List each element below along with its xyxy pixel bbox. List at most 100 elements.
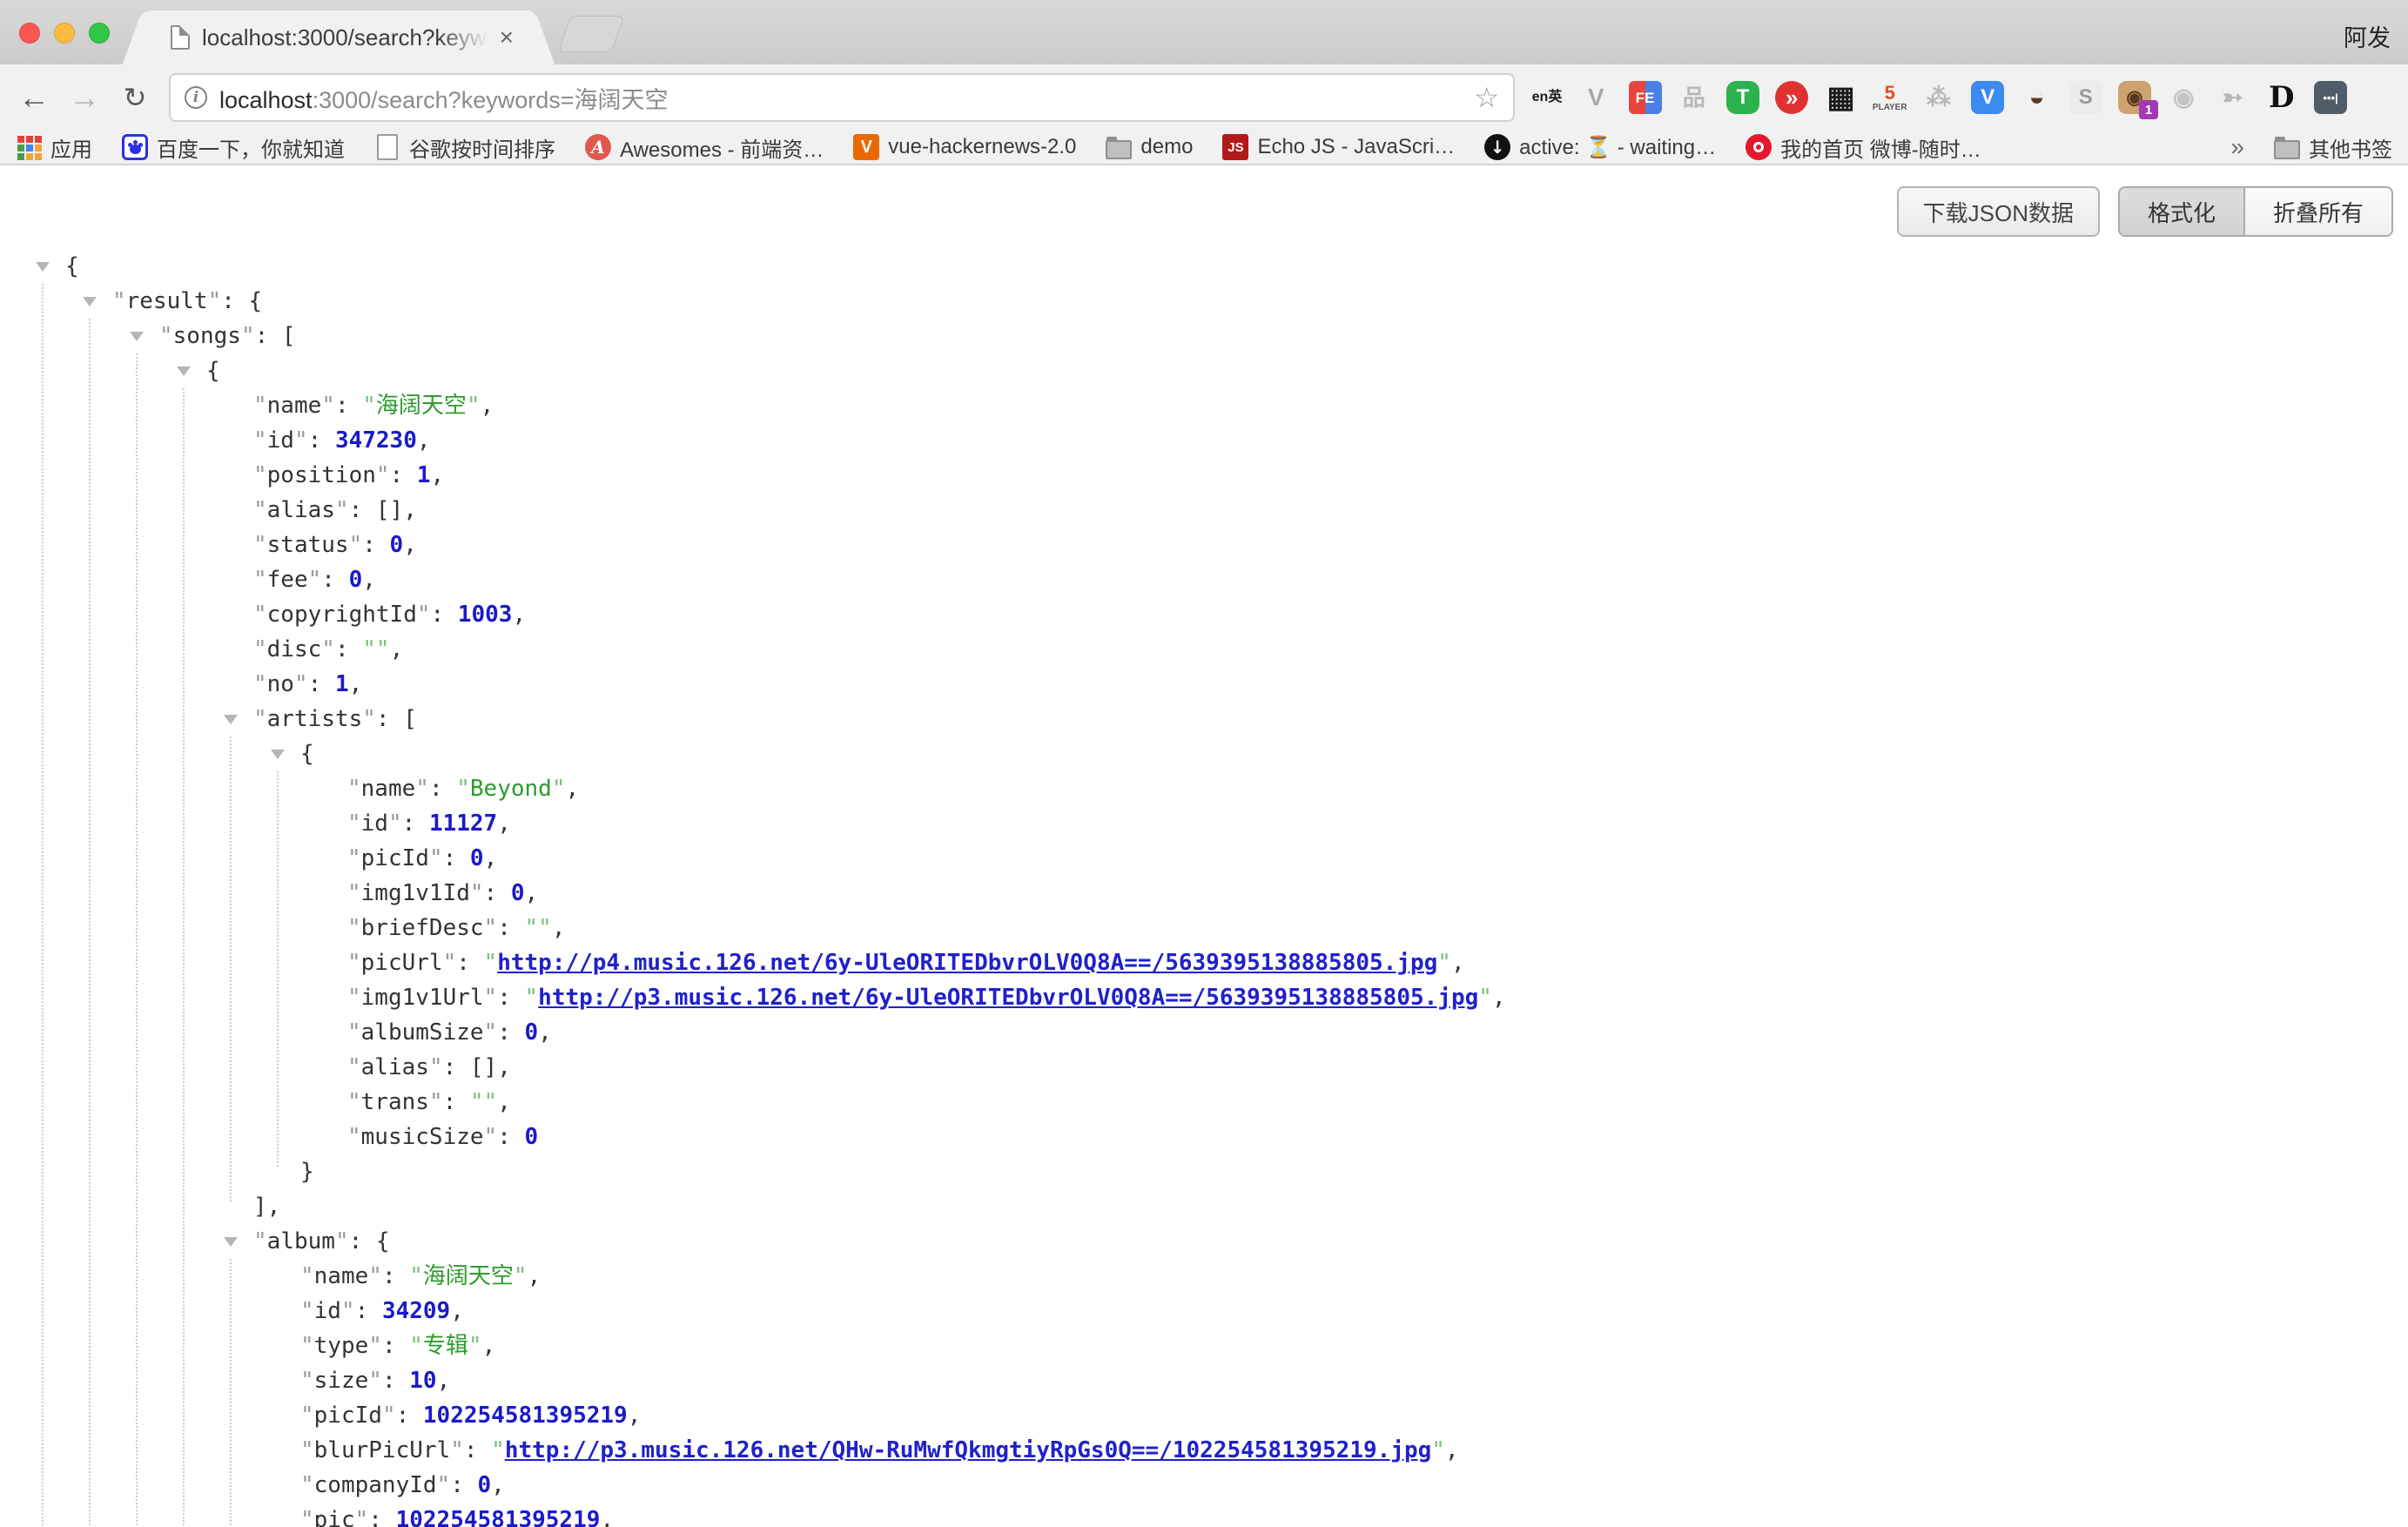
tampermonkey-icon[interactable]: ◉1 <box>2118 81 2151 114</box>
json-line: "blurPicUrl": "http://p3.music.126.net/Q… <box>0 1433 2408 1468</box>
bookmark-item[interactable]: vue-hackernews-2.0 <box>853 134 1076 160</box>
shield-t-icon[interactable]: T <box>1726 81 1759 114</box>
json-line: "trans": "", <box>0 1085 2408 1120</box>
weibo-gray-icon[interactable]: ◉ <box>2167 81 2200 114</box>
profile-name[interactable]: 阿发 <box>2344 19 2391 53</box>
json-line: "size": 10, <box>0 1363 2408 1398</box>
format-button[interactable]: 格式化 <box>2120 188 2245 235</box>
bookmarks-bar: 应用 百度一下，你就知道谷歌按时间排序 Awesomes - 前端资… vue-hac… <box>0 131 2408 165</box>
bookmark-item[interactable]: Awesomes - 前端资… <box>585 132 824 163</box>
json-line: "briefDesc": "", <box>0 911 2408 945</box>
indent-guide <box>89 319 91 1527</box>
hummingbird-icon[interactable]: ➳ <box>2216 81 2250 114</box>
folder-icon <box>1106 134 1132 160</box>
indent-guide <box>230 1259 232 1527</box>
qrcode-icon[interactable]: ▦ <box>1825 81 1858 114</box>
close-window-button[interactable] <box>19 23 40 44</box>
tab-close-icon[interactable]: × <box>500 24 514 51</box>
json-line: ], <box>0 1189 2408 1224</box>
json-line: "status": 0, <box>0 528 2408 562</box>
bookmark-label: 我的首页 微博-随时… <box>1780 132 1981 163</box>
collapse-toggle-icon[interactable] <box>177 367 191 376</box>
json-line: "pic": 102254581395219, <box>0 1503 2408 1527</box>
minimize-window-button[interactable] <box>54 23 75 44</box>
indent-guide <box>183 388 185 1527</box>
bookmark-label: demo <box>1140 135 1193 159</box>
json-line: "alias": [], <box>0 1050 2408 1085</box>
collapse-toggle-icon[interactable] <box>83 297 97 306</box>
browser-tab[interactable]: localhost:3000/search?keywor × <box>145 10 533 64</box>
vue-icon <box>853 134 879 160</box>
address-bar[interactable]: i localhost:3000/search?keywords=海阔天空 ☆ <box>169 73 1515 122</box>
html5-player-icon-label: PLAYER <box>1873 104 1907 112</box>
vimium-icon[interactable]: V <box>1971 81 2004 114</box>
zoom-window-button[interactable] <box>89 23 110 44</box>
tab-favicon-document-icon <box>171 25 190 50</box>
reload-button[interactable]: ↻ <box>113 64 157 131</box>
collapse-all-button[interactable]: 折叠所有 <box>2245 188 2391 235</box>
extensions: en英 V FE 品T » ▦ 5PLAYER ⁂ V ◒ S ◉1 ◉ ➳ D •••| <box>1530 64 2347 131</box>
bookmark-item[interactable]: 应用 <box>16 132 92 163</box>
bookmark-star-icon[interactable]: ☆ <box>1474 81 1499 114</box>
weibo-gray-icon-glyph: ◉ <box>2173 85 2194 110</box>
paw-icon[interactable]: ⁂ <box>1922 81 1955 114</box>
json-line: "picId": 0, <box>0 841 2408 876</box>
collapse-toggle-icon[interactable] <box>130 332 144 341</box>
json-line: "musicSize": 0 <box>0 1120 2408 1154</box>
bookmark-item[interactable]: 百度一下，你就知道 <box>122 132 345 163</box>
page-info-icon[interactable]: i <box>185 86 207 109</box>
vue-devtools-icon[interactable]: V <box>1579 81 1612 114</box>
fast-forward-icon-glyph: » <box>1786 86 1798 109</box>
html5-player-icon[interactable]: 5PLAYER <box>1873 81 1907 114</box>
new-tab-button[interactable] <box>557 16 624 52</box>
fe-icon[interactable]: FE <box>1629 81 1662 114</box>
bookmark-label: Echo JS - JavaScri… <box>1257 135 1455 159</box>
bookmark-label: 百度一下，你就知道 <box>157 132 345 163</box>
collapse-toggle-icon[interactable] <box>224 715 238 724</box>
echojs-icon <box>1222 134 1248 160</box>
bookmarks-overflow-icon[interactable]: » <box>2230 133 2244 161</box>
bookmarks-list: 应用 百度一下，你就知道谷歌按时间排序 Awesomes - 前端资… vue-hac… <box>16 132 2011 163</box>
back-button[interactable]: ← <box>12 64 56 131</box>
json-link[interactable]: http://p4.music.126.net/6y-UleORITEDbvrO… <box>497 950 1437 976</box>
d-script-icon-glyph: D <box>2269 83 2294 112</box>
other-bookmarks-button[interactable]: 其他书签 <box>2274 132 2392 163</box>
url-host: localhost <box>219 87 313 113</box>
bookmark-item[interactable]: 我的首页 微博-随时… <box>1745 132 1981 163</box>
html5-player-icon-glyph: 5 <box>1885 84 1895 103</box>
tab-title: localhost:3000/search?keywor <box>202 24 488 51</box>
sitemap-icon-glyph: 品 <box>1683 86 1705 109</box>
apps-grid-icon <box>16 134 42 160</box>
json-link[interactable]: http://p3.music.126.net/6y-UleORITEDbvrO… <box>538 985 1478 1011</box>
password-dots-icon[interactable]: •••| <box>2314 81 2347 114</box>
json-line: "songs": [ <box>0 319 2408 353</box>
download-json-button[interactable]: 下载JSON数据 <box>1897 186 2100 237</box>
extension-badge: 1 <box>2139 100 2158 119</box>
collapse-toggle-icon[interactable] <box>224 1237 238 1247</box>
json-line: "picUrl": "http://p4.music.126.net/6y-Ul… <box>0 945 2408 980</box>
json-line: "alias": [], <box>0 493 2408 528</box>
fe-icon-glyph: FE <box>1636 91 1655 105</box>
s-icon[interactable]: S <box>2069 81 2102 114</box>
bookmark-item[interactable]: 谷歌按时间排序 <box>374 132 555 163</box>
sitemap-icon[interactable]: 品 <box>1678 81 1711 114</box>
mask-icon[interactable]: ◒ <box>2021 81 2054 114</box>
collapse-toggle-icon[interactable] <box>271 750 285 759</box>
view-mode-toggle: 格式化 折叠所有 <box>2118 186 2393 237</box>
url-text[interactable]: localhost:3000/search?keywords=海阔天空 <box>219 81 1465 115</box>
collapse-toggle-icon[interactable] <box>36 262 50 272</box>
bookmark-item[interactable]: demo <box>1106 134 1193 160</box>
json-line: "artists": [ <box>0 702 2408 737</box>
page-icon <box>374 134 400 160</box>
page-content: 下载JSON数据 格式化 折叠所有 {"result": {"songs": [… <box>0 167 2408 1527</box>
fast-forward-icon[interactable]: » <box>1775 81 1808 114</box>
bookmark-item[interactable]: active: ⏳ - waiting… <box>1484 134 1716 160</box>
forward-button[interactable]: → <box>63 64 106 131</box>
bookmark-item[interactable]: Echo JS - JavaScri… <box>1222 134 1455 160</box>
hummingbird-icon-glyph: ➳ <box>2223 85 2243 110</box>
json-link[interactable]: http://p3.music.126.net/QHw-RuMwfQkmgtiy… <box>505 1437 1431 1463</box>
toolbar: ← → ↻ i localhost:3000/search?keywords=海… <box>0 64 2408 131</box>
json-tree: {"result": {"songs": [{"name": "海阔天空","i… <box>0 249 2408 1527</box>
translate-icon[interactable]: en英 <box>1530 81 1564 114</box>
d-script-icon[interactable]: D <box>2265 81 2298 114</box>
